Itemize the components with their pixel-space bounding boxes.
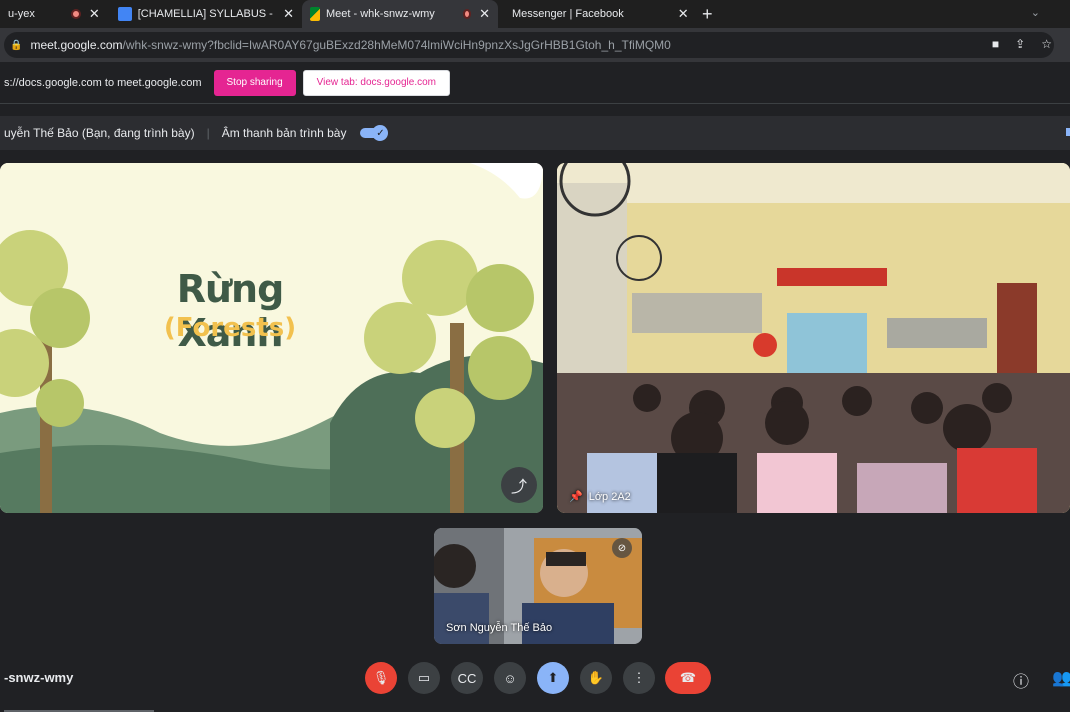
- address-bar: 🔒 meet.google.com /whk-snwz-wmy?fbclid=I…: [0, 28, 1070, 62]
- more-options-button[interactable]: ⋮: [623, 662, 655, 694]
- self-video-tile[interactable]: ⊘ Sơn Nguyễn Thế Bảo: [434, 528, 642, 644]
- reactions-button[interactable]: ☺: [494, 662, 526, 694]
- meeting-controls: -snwz-wmy 🎙 ▭ CC ☺ ⬆ ✋ ⋮ ☎ ⓘ 👥: [0, 648, 1070, 708]
- raise-hand-button[interactable]: ✋: [580, 662, 612, 694]
- close-tab-icon[interactable]: ✕: [678, 6, 689, 22]
- camera-button[interactable]: ▭: [408, 662, 440, 694]
- meeting-code: -snwz-wmy: [4, 670, 74, 685]
- people-icon[interactable]: 👥: [1052, 668, 1070, 688]
- pin-icon[interactable]: 📌: [569, 490, 583, 503]
- close-tab-icon[interactable]: ✕: [283, 6, 294, 22]
- close-tab-icon[interactable]: ✕: [479, 6, 490, 22]
- tab-1[interactable]: u-yex ✕: [0, 0, 110, 28]
- tab-3-title: Meet - whk-snwz-wmy: [326, 8, 435, 20]
- camera-icon: ▭: [417, 670, 431, 685]
- classroom-video-tile[interactable]: 📌 Lớp 2A2: [557, 163, 1070, 513]
- new-tab-icon[interactable]: +: [702, 4, 713, 25]
- present-now-button[interactable]: ⬆: [537, 662, 569, 694]
- recording-icon: [462, 9, 472, 19]
- close-tab-icon[interactable]: ✕: [89, 6, 100, 22]
- presentation-audio-toggle[interactable]: ✓: [360, 125, 390, 141]
- presenter-name: uyễn Thế Bảo (Bạn, đang trình bày): [4, 126, 195, 140]
- share-icon[interactable]: ⤴: [501, 467, 537, 503]
- tab-1-title: u-yex: [8, 8, 35, 20]
- tab-4[interactable]: Messenger | Facebook ✕: [498, 0, 694, 28]
- info-icon[interactable]: ⓘ: [1013, 668, 1029, 692]
- hang-up-icon: ☎: [679, 670, 697, 685]
- captions-button[interactable]: CC: [451, 662, 483, 694]
- browser-tab-bar: u-yex ✕ [CHAMELLIA] SYLLABUS - ONLII ✕ M…: [0, 0, 1070, 28]
- leave-call-button[interactable]: ☎: [665, 662, 711, 694]
- stop-sharing-button[interactable]: Stop sharing: [213, 69, 296, 96]
- url-field[interactable]: 🔒 meet.google.com /whk-snwz-wmy?fbclid=I…: [4, 32, 1054, 58]
- url-actions: ■ ⇪ ☆: [992, 37, 1052, 51]
- bottom-divider: [0, 708, 1070, 712]
- participant-label: Sơn Nguyễn Thế Bảo: [446, 622, 552, 634]
- url-path: /whk-snwz-wmy?fbclid=IwAR0AY67guBExzd28h…: [122, 38, 671, 52]
- captions-icon: CC: [457, 670, 477, 686]
- sharing-message: s://docs.google.com to meet.google.com: [4, 76, 202, 89]
- participant-name: Sơn Nguyễn Thế Bảo: [446, 622, 553, 634]
- present-screen-icon: ⬆: [547, 670, 559, 685]
- participant-label: 📌 Lớp 2A2: [569, 490, 631, 504]
- emoji-icon: ☺: [503, 670, 517, 686]
- slide-subtitle: (Forests): [163, 313, 297, 343]
- tab-sharing-bar: s://docs.google.com to meet.google.com S…: [0, 62, 1070, 104]
- tab-3[interactable]: Meet - whk-snwz-wmy ✕: [302, 0, 498, 28]
- classroom-video-feed: [557, 163, 1070, 513]
- lock-icon[interactable]: 🔒: [10, 40, 22, 51]
- docs-icon: [118, 7, 132, 21]
- camera-icon[interactable]: ■: [992, 37, 999, 51]
- more-vert-icon: ⋮: [632, 670, 646, 685]
- participant-name: Lớp 2A2: [588, 490, 631, 503]
- view-tab-button[interactable]: View tab: docs.google.com: [302, 69, 450, 96]
- tab-4-title: Messenger | Facebook: [512, 8, 624, 20]
- share-page-icon[interactable]: ⇪: [1015, 37, 1025, 51]
- presentation-tile: Rừng Xanh (Forests) ⤴: [0, 163, 543, 513]
- recording-icon: [70, 9, 81, 19]
- presentation-audio-label: Âm thanh bản trình bày: [221, 126, 347, 140]
- tab-search-icon[interactable]: ⌄: [1031, 6, 1040, 19]
- tab-2[interactable]: [CHAMELLIA] SYLLABUS - ONLII ✕: [110, 0, 302, 28]
- check-icon: ✓: [372, 125, 389, 141]
- presenter-bar: uyễn Thế Bảo (Bạn, đang trình bày) | Âm …: [0, 116, 1070, 150]
- tab-2-title: [CHAMELLIA] SYLLABUS - ONLII: [137, 8, 275, 20]
- mic-off-icon: ⊘: [612, 538, 632, 558]
- present-icon[interactable]: [1066, 128, 1070, 136]
- mic-off-icon: 🎙: [372, 670, 390, 685]
- divider: |: [206, 126, 210, 140]
- url-host: meet.google.com: [30, 38, 123, 52]
- mic-off-button[interactable]: 🎙: [365, 662, 397, 694]
- meet-icon: [310, 7, 320, 21]
- hand-icon: ✋: [587, 670, 605, 685]
- bookmark-star-icon[interactable]: ☆: [1041, 37, 1052, 51]
